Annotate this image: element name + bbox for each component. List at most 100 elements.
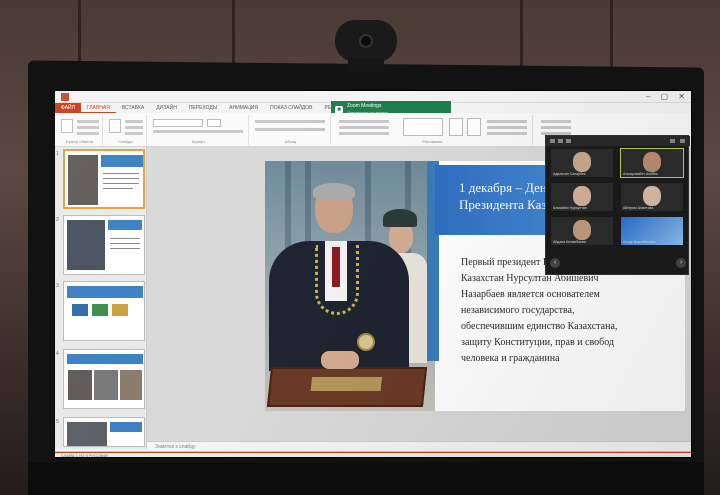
participant-tile[interactable]: Адильхан Сапарбек — [550, 148, 614, 178]
thumb-photo — [67, 422, 107, 446]
participant-tile[interactable]: Айдана Кенжебаева — [550, 216, 614, 246]
constitution-book — [266, 367, 428, 407]
arrange-button[interactable] — [449, 118, 463, 136]
notes-placeholder: Заметки к слайду — [155, 444, 196, 450]
align-buttons[interactable] — [255, 128, 325, 131]
smartart-button[interactable] — [339, 132, 389, 135]
ribbon-group-font: Шрифт — [149, 115, 249, 145]
slide-thumbnail-3[interactable] — [63, 281, 145, 341]
text-direction-button[interactable] — [339, 120, 389, 123]
font-size-select[interactable] — [207, 119, 221, 127]
slide-thumbnail-2[interactable] — [63, 215, 145, 275]
participant-name: Алмазбек Нурсултан — [553, 206, 587, 210]
thumb-text-line — [103, 173, 139, 174]
participant-tile[interactable]: Ануар Асылбекович — [620, 216, 684, 246]
tab-animation[interactable]: АНИМАЦИЯ — [223, 103, 264, 113]
shape-fill-button[interactable] — [487, 120, 527, 123]
ribbon-group-drawing: Рисование — [333, 115, 533, 145]
new-slide-button[interactable] — [109, 119, 121, 133]
ribbon-group-label: Буфер обмена — [65, 139, 94, 144]
participant-tile[interactable]: Айгерим Ахметова — [620, 182, 684, 212]
participant-face — [643, 186, 661, 206]
close-icon[interactable] — [680, 139, 685, 143]
status-bar: СЛАЙД 1 ИЗ 5 РУССКИЙ — [55, 451, 691, 457]
speaker-view-icon[interactable] — [566, 139, 571, 143]
quick-styles-button[interactable] — [467, 118, 481, 136]
thumb-photo — [68, 155, 98, 205]
slide-thumbnail-5[interactable] — [63, 417, 145, 447]
replace-button[interactable] — [541, 126, 571, 129]
minimize-icon[interactable] — [670, 139, 675, 143]
ribbon-group-label: Абзац — [284, 139, 297, 144]
participant-face — [573, 220, 591, 240]
shapes-gallery[interactable] — [403, 118, 443, 136]
shape-outline-button[interactable] — [487, 126, 527, 129]
view-toggle-icon[interactable] — [550, 139, 555, 143]
thumb-text-line — [110, 238, 140, 239]
ribbon-group-label: Слайды — [118, 139, 133, 144]
align-text-button[interactable] — [339, 126, 389, 129]
thumb-text-line — [110, 248, 140, 249]
tab-slideshow[interactable]: ПОКАЗ СЛАЙДОВ — [264, 103, 318, 113]
thumb-title-band — [110, 422, 142, 432]
save-icon[interactable] — [61, 93, 69, 101]
thumb-emblem — [92, 304, 108, 316]
font-family-select[interactable] — [153, 119, 203, 127]
participant-name: Альмухамбет Алибек — [623, 172, 658, 176]
constitution-plate — [310, 377, 383, 391]
thumb-number: 3 — [56, 283, 59, 289]
thumb-text-line — [103, 178, 139, 179]
slide-thumbnail-4[interactable] — [63, 349, 145, 409]
grid-view-icon[interactable] — [558, 139, 563, 143]
zoom-banner-title: Zoom Meetings — [347, 103, 382, 109]
participant-face — [573, 186, 591, 206]
thumb-number: 5 — [56, 419, 59, 425]
layout-button[interactable] — [125, 120, 143, 123]
powerpoint-window: – ▢ ✕ ФАЙЛ ГЛАВНАЯ ВСТАВКА ДИЗАЙН ПЕРЕХО… — [54, 90, 692, 458]
paste-button[interactable] — [61, 119, 73, 133]
president-hair — [313, 183, 355, 199]
find-button[interactable] — [541, 120, 571, 123]
shape-effects-button[interactable] — [487, 132, 527, 135]
window-controls[interactable]: – ▢ ✕ — [646, 92, 689, 101]
thumb-flag — [72, 304, 88, 316]
zoom-panel-toolbar — [546, 136, 690, 146]
tab-design[interactable]: ДИЗАЙН — [150, 103, 183, 113]
status-bar-accent — [55, 452, 691, 453]
section-button[interactable] — [125, 132, 143, 135]
list-buttons[interactable] — [255, 120, 325, 123]
participant-name: Айгерим Ахметова — [623, 206, 654, 210]
zoom-next-page-icon[interactable]: › — [676, 258, 686, 268]
president-hand — [321, 351, 359, 369]
slide-thumbnail-1[interactable] — [63, 149, 145, 209]
tab-file[interactable]: ФАЙЛ — [55, 103, 81, 113]
zoom-video-panel: Адильхан Сапарбек Альмухамбет Алибек Алм… — [545, 135, 690, 275]
cut-button[interactable] — [77, 120, 99, 123]
thumb-text-line — [110, 243, 140, 244]
slide-thumbnails-pane: 1 2 3 4 5 — [55, 147, 147, 449]
ribbon-group-paragraph: Абзац — [251, 115, 331, 145]
ribbon-group-slides: Слайды — [105, 115, 147, 145]
copy-button[interactable] — [77, 126, 99, 129]
participant-tile[interactable]: Альмухамбет Алибек — [620, 148, 684, 178]
thumb-text-line — [103, 188, 133, 189]
webcam — [335, 20, 397, 62]
notes-pane[interactable]: Заметки к слайду — [147, 441, 691, 451]
tab-transitions[interactable]: ПЕРЕХОДЫ — [183, 103, 223, 113]
thumb-title-band — [101, 155, 143, 167]
format-painter-button[interactable] — [77, 132, 99, 135]
thumb-number: 1 — [56, 151, 59, 157]
font-format-buttons[interactable] — [153, 130, 243, 133]
presidential-medal — [357, 333, 375, 351]
participant-name: Адильхан Сапарбек — [553, 172, 586, 176]
participant-face — [573, 152, 591, 172]
tab-home[interactable]: ГЛАВНАЯ — [80, 103, 116, 113]
tab-insert[interactable]: ВСТАВКА — [116, 103, 150, 113]
participant-tile[interactable]: Алмазбек Нурсултан — [550, 182, 614, 212]
president-photo — [265, 161, 435, 411]
zoom-prev-page-icon[interactable]: ‹ — [550, 258, 560, 268]
reset-button[interactable] — [125, 126, 143, 129]
thumb-photo — [94, 370, 118, 400]
webcam-lens — [359, 34, 373, 48]
thumb-number: 4 — [56, 351, 59, 357]
